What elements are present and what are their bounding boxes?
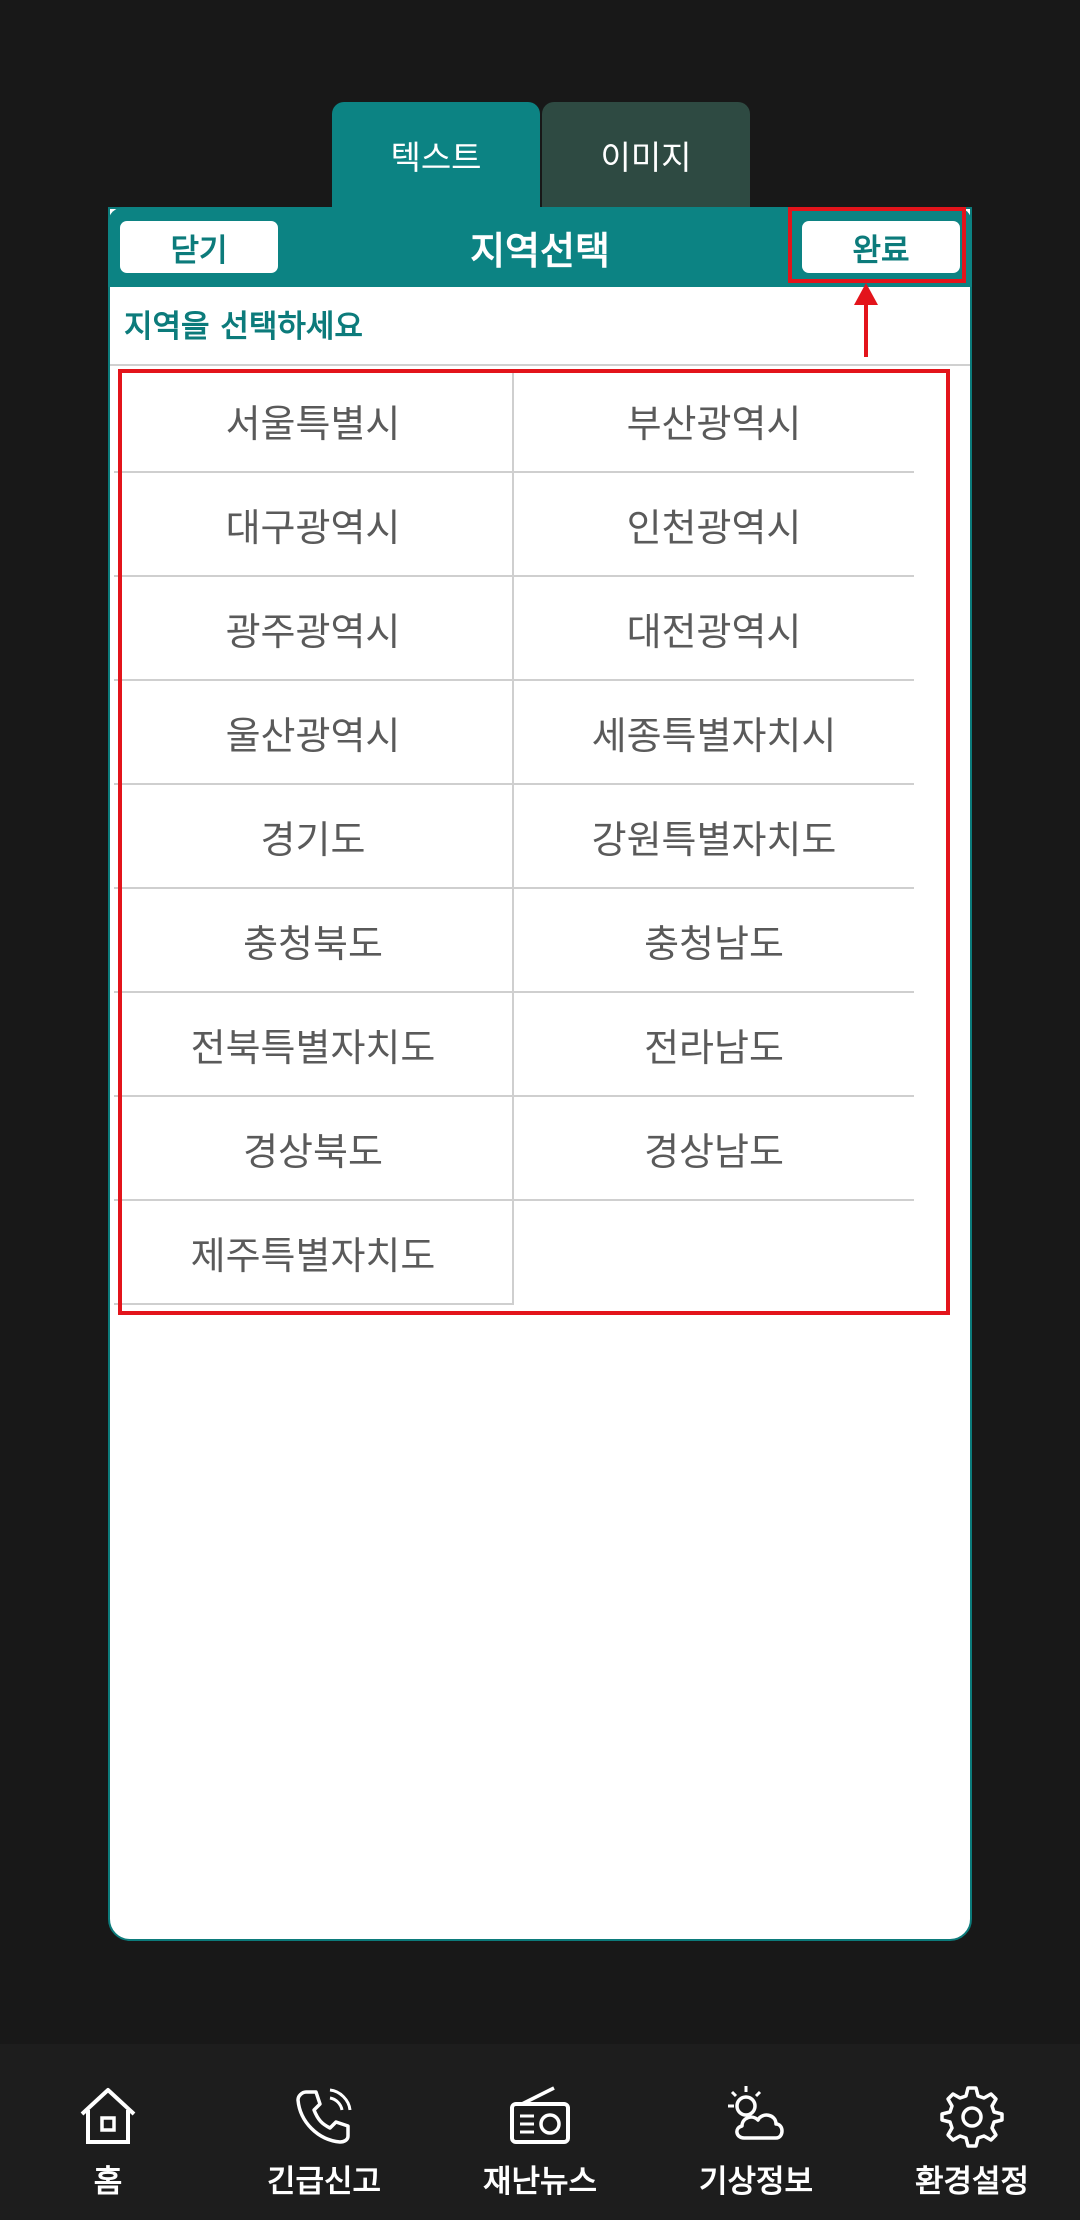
region-item[interactable]: 인천광역시	[514, 473, 914, 577]
region-item[interactable]: 전북특별자치도	[114, 993, 514, 1097]
empty-cell	[514, 1201, 914, 1305]
region-item[interactable]: 부산광역시	[514, 369, 914, 473]
nav-settings[interactable]: 환경설정	[864, 2044, 1080, 2220]
phone-icon	[296, 2088, 352, 2144]
nav-weather[interactable]: 기상정보	[648, 2044, 864, 2220]
tab-bar: 텍스트 이미지	[332, 102, 750, 208]
region-item[interactable]: 대구광역시	[114, 473, 514, 577]
arrow-shaft	[864, 295, 868, 357]
tab-image[interactable]: 이미지	[542, 102, 750, 208]
region-item[interactable]: 경기도	[114, 785, 514, 889]
tab-text[interactable]: 텍스트	[332, 102, 540, 208]
nav-disaster-news[interactable]: 재난뉴스	[432, 2044, 648, 2220]
close-button[interactable]: 닫기	[120, 221, 278, 273]
done-highlight-box	[788, 207, 966, 283]
region-item[interactable]: 경상남도	[514, 1097, 914, 1201]
instruction-text: 지역을 선택하세요	[124, 309, 363, 345]
radio-icon	[510, 2086, 570, 2144]
region-grid: 서울특별시 부산광역시 대구광역시 인천광역시 광주광역시 대전광역시 울산광역…	[114, 369, 914, 1305]
region-item[interactable]: 충청남도	[514, 889, 914, 993]
weather-icon	[728, 2086, 784, 2140]
divider	[110, 364, 970, 366]
bottom-nav: 홈 긴급신고 재난뉴스 기상정보 환경설정	[0, 2044, 1080, 2220]
region-item[interactable]: 전라남도	[514, 993, 914, 1097]
nav-label: 기상정보	[698, 2164, 814, 2200]
nav-emergency-call[interactable]: 긴급신고	[216, 2044, 432, 2220]
region-item[interactable]: 세종특별자치시	[514, 681, 914, 785]
home-icon	[80, 2088, 136, 2144]
region-item[interactable]: 광주광역시	[114, 577, 514, 681]
region-item[interactable]: 경상북도	[114, 1097, 514, 1201]
region-item[interactable]: 강원특별자치도	[514, 785, 914, 889]
region-item[interactable]: 대전광역시	[514, 577, 914, 681]
nav-label: 재난뉴스	[482, 2164, 598, 2200]
nav-label: 환경설정	[914, 2164, 1030, 2200]
region-item[interactable]: 서울특별시	[114, 369, 514, 473]
region-item[interactable]: 울산광역시	[114, 681, 514, 785]
nav-home[interactable]: 홈	[0, 2044, 216, 2220]
nav-label: 긴급신고	[266, 2164, 382, 2200]
region-item[interactable]: 제주특별자치도	[114, 1201, 514, 1305]
region-item[interactable]: 충청북도	[114, 889, 514, 993]
nav-label: 홈	[93, 2164, 123, 2200]
gear-icon	[940, 2086, 1004, 2148]
region-select-panel: 지역선택 닫기 완료 지역을 선택하세요 서울특별시 부산광역시 대구광역시 인…	[108, 207, 972, 1941]
